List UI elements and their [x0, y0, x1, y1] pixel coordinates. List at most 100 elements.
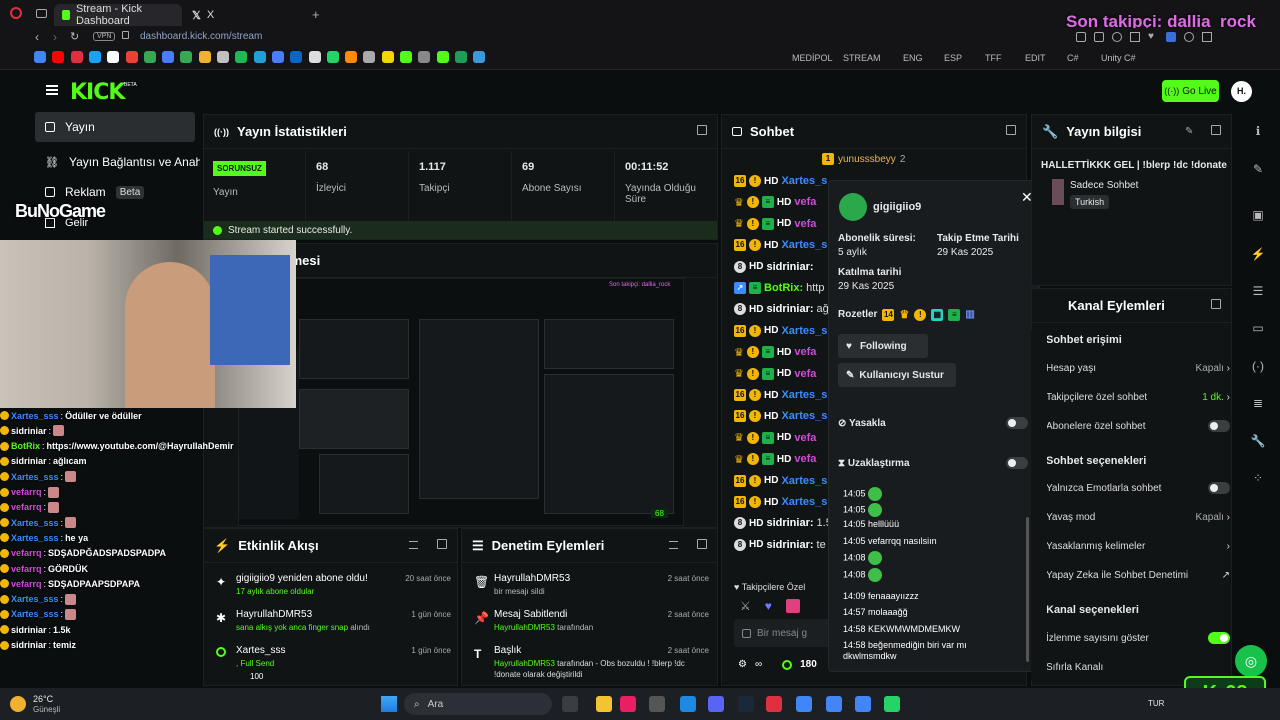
bookmark-folder[interactable]: C#: [1067, 53, 1079, 63]
ban-row[interactable]: ⊘ Yasakla: [838, 417, 1028, 429]
chat-message[interactable]: 16! HD Xartes_s: [734, 472, 830, 490]
bookmark-icon[interactable]: [290, 51, 303, 63]
chat-message[interactable]: ♛! ≡ HD vefa: [734, 343, 819, 361]
chat-message[interactable]: 16! HD Xartes_s: [734, 172, 830, 190]
bookmark-icon[interactable]: [52, 51, 65, 63]
chat-message[interactable]: ♛! ≡ HD vefa: [734, 215, 819, 233]
wrench-icon[interactable]: 🔧: [1250, 434, 1266, 450]
bookmark-icon[interactable]: [70, 51, 83, 63]
chat-message[interactable]: 8 HD sidriniar:: [734, 258, 817, 276]
chat-username[interactable]: sidriniar:: [766, 303, 813, 315]
following-button[interactable]: ♥ Following: [838, 334, 928, 358]
chat-username[interactable]: Xartes_s: [781, 239, 827, 251]
chat-message[interactable]: 16! HD Xartes_s: [734, 407, 830, 425]
taskbar-app-icon[interactable]: [649, 696, 665, 712]
kick-logo[interactable]: KICK: [70, 80, 125, 105]
chat-input[interactable]: Bir mesaj g: [734, 619, 834, 647]
language-indicator[interactable]: TUR: [1148, 699, 1164, 708]
popout-icon[interactable]: [437, 539, 447, 549]
pinned-user[interactable]: 1 yunusssbeyy 2: [822, 153, 905, 165]
chat-username[interactable]: vefa: [794, 346, 816, 358]
bookmark-icon[interactable]: [162, 51, 175, 63]
chat-message[interactable]: 16! HD Xartes_s: [734, 322, 830, 340]
chat-message[interactable]: ↗ ≡ BotRix: http: [734, 279, 824, 297]
bookmark-icon[interactable]: [308, 51, 321, 63]
info-icon[interactable]: ℹ: [1250, 124, 1266, 140]
bookmark-icon[interactable]: [235, 51, 248, 63]
avatar[interactable]: H.: [1231, 81, 1252, 102]
stack-icon[interactable]: ≣: [1250, 396, 1266, 412]
infinity-icon[interactable]: ∞: [755, 659, 762, 670]
show-viewcount-row[interactable]: İzlenme sayısını göster: [1046, 629, 1230, 647]
taskbar-app-icon[interactable]: [562, 696, 578, 712]
slow-mode-row[interactable]: Yavaş mod Kapalı ›: [1046, 508, 1230, 526]
support-button[interactable]: ◎: [1235, 645, 1267, 677]
ban-toggle[interactable]: [1006, 417, 1028, 429]
url-text[interactable]: dashboard.kick.com/stream: [140, 31, 262, 42]
emote-only-row[interactable]: Yalnızca Emotlarla sohbet: [1046, 479, 1230, 497]
chat-username[interactable]: vefa: [794, 218, 816, 230]
taskbar-app-icon[interactable]: [680, 696, 696, 712]
sidebar-item-stream-key[interactable]: ⛓ Yayın Bağlantısı ve Anahtarı: [45, 152, 200, 172]
bookmark-folder[interactable]: ENG: [903, 53, 923, 63]
bookmark-icon[interactable]: [473, 51, 486, 63]
popout-icon[interactable]: [697, 539, 707, 549]
emote-icon[interactable]: [785, 599, 800, 613]
emote-icon[interactable]: ⚔: [740, 599, 751, 613]
bookmark-icon[interactable]: [271, 51, 284, 63]
opera-icon[interactable]: [10, 7, 22, 19]
timeout-row[interactable]: ⧗ Uzaklaştırma: [838, 457, 1028, 469]
tab-x[interactable]: 𝕏 X: [184, 4, 304, 26]
vpn-badge[interactable]: VPN: [93, 32, 116, 41]
bookmark-icon[interactable]: [400, 51, 412, 63]
bookmark-icon[interactable]: [253, 51, 266, 63]
list-icon[interactable]: ☰: [1250, 284, 1266, 300]
chat-message[interactable]: ♛! ≡ HD vefa: [734, 365, 819, 383]
bookmark-folder[interactable]: ESP: [944, 53, 962, 63]
chat-username[interactable]: vefa: [794, 196, 816, 208]
bookmark-folder[interactable]: Unity C#: [1101, 53, 1136, 63]
bookmark-icon[interactable]: [125, 51, 138, 63]
bookmark-icon[interactable]: [180, 51, 193, 63]
scrollbar[interactable]: [1026, 517, 1029, 662]
sidebar-item-yayin[interactable]: Yayın: [35, 112, 195, 142]
chat-username[interactable]: vefa: [794, 368, 816, 380]
taskbar-search[interactable]: ⌕ Ara: [404, 693, 552, 715]
sidebar-item-ads[interactable]: Reklam Beta: [45, 182, 145, 202]
bookmark-icon[interactable]: [34, 51, 46, 63]
chat-username[interactable]: Xartes_s: [781, 389, 827, 401]
forward-icon[interactable]: ›: [53, 30, 57, 44]
bookmark-icon[interactable]: [143, 51, 156, 63]
bookmark-icon[interactable]: [107, 51, 120, 63]
go-live-button[interactable]: ((·)) Go Live: [1162, 80, 1219, 102]
chat-message[interactable]: 16! HD Xartes_s: [734, 493, 830, 511]
chat-username[interactable]: sidriniar:: [766, 261, 813, 273]
bookmark-icon[interactable]: [436, 51, 449, 63]
bookmark-icon[interactable]: [326, 51, 339, 63]
tab-overview-icon[interactable]: [36, 9, 47, 18]
start-button[interactable]: [381, 696, 397, 712]
emote-icon[interactable]: ♥: [765, 599, 772, 613]
chat-message[interactable]: ♛! ≡ HD vefa: [734, 450, 819, 468]
popout-icon[interactable]: [1211, 125, 1221, 135]
chat-username[interactable]: vefa: [794, 432, 816, 444]
chat-icon[interactable]: ▭: [1250, 321, 1266, 337]
chat-username[interactable]: vefa: [794, 453, 816, 465]
bookmark-icon[interactable]: [363, 51, 376, 63]
chat-username[interactable]: Xartes_s: [781, 175, 827, 187]
popout-icon[interactable]: [1211, 299, 1221, 309]
ai-moderation-row[interactable]: Yapay Zeka ile Sohbet Denetimi ↗: [1046, 566, 1230, 584]
emote-only-toggle[interactable]: [1208, 482, 1230, 494]
bookmark-icon[interactable]: [198, 51, 211, 63]
chat-username[interactable]: BotRix:: [764, 282, 803, 294]
new-tab-icon[interactable]: +: [312, 7, 320, 22]
chat-username[interactable]: Xartes_s: [781, 410, 827, 422]
chat-username[interactable]: sidriniar:: [766, 539, 813, 551]
bookmark-folder[interactable]: EDIT: [1025, 53, 1046, 63]
account-age-row[interactable]: Hesap yaşı Kapalı ›: [1046, 359, 1230, 377]
taskbar-app-icon[interactable]: [796, 696, 812, 712]
chat-message[interactable]: 8 HD sidriniar: te: [734, 536, 826, 554]
tab-kick-dashboard[interactable]: Stream - Kick Dashboard: [54, 3, 182, 27]
bookmark-icon[interactable]: [217, 51, 229, 63]
bookmark-icon[interactable]: [454, 51, 467, 63]
